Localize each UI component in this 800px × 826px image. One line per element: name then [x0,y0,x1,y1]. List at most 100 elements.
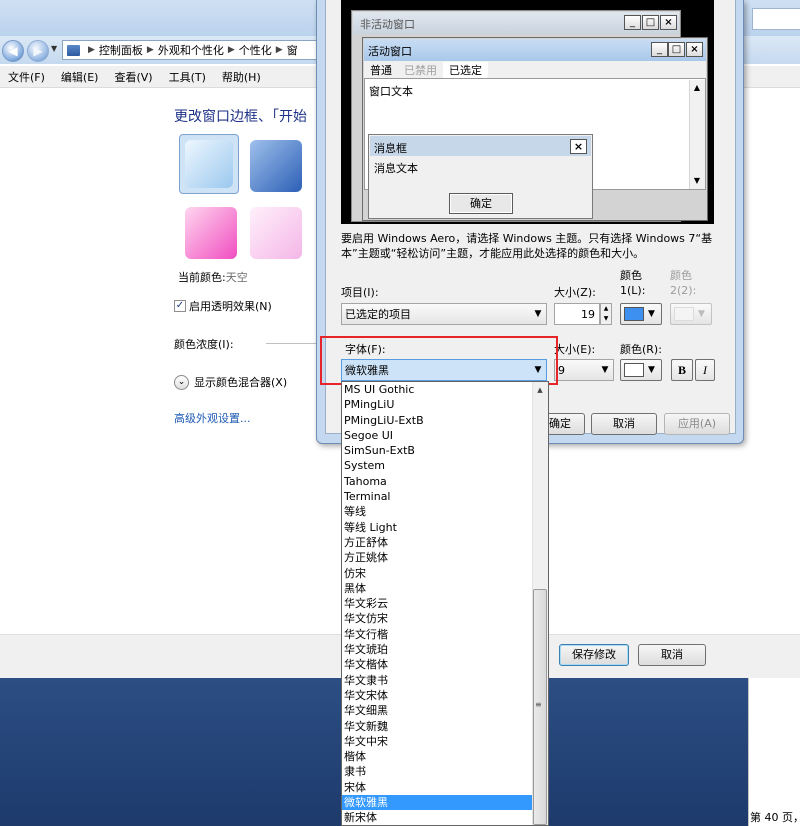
font-list-item[interactable]: PMingLiU-ExtB [342,413,532,428]
color-swatch-pink[interactable] [181,203,241,263]
size-spinner[interactable]: 19 [554,303,600,325]
font-list-item[interactable]: 等线 Light [342,520,532,535]
font-size-label: 大小(E): [554,343,596,356]
font-list-item[interactable]: 微软雅黑 [342,795,532,811]
font-list-item[interactable]: 华文细黑 [342,703,532,718]
font-color-picker[interactable]: ▼ [620,359,662,381]
menu-file[interactable]: 文件(F) [0,69,53,85]
item-dropdown-value: 已选定的项目 [345,308,411,321]
chevron-right-icon: ▶ [227,45,235,55]
checkbox-checked-icon[interactable]: ✓ [174,300,186,312]
preview-menu-normal[interactable]: 普通 [364,62,398,78]
font-size-dropdown[interactable]: 9 ▼ [554,359,614,381]
font-list-item[interactable]: Segoe UI [342,428,532,443]
breadcrumb-appearance[interactable]: 外观和个性化 [158,42,224,58]
color-swatch-light-pink[interactable] [246,203,306,263]
color1-picker[interactable]: ▼ [620,303,662,325]
intensity-slider[interactable] [266,343,320,344]
font-list-item[interactable]: 华文琥珀 [342,642,532,657]
font-list-item[interactable]: Tahoma [342,474,532,489]
font-list-item[interactable]: 华文仿宋 [342,611,532,626]
font-list-item[interactable]: 华文中宋 [342,734,532,749]
maximize-icon[interactable]: □ [642,15,659,30]
search-box[interactable] [752,8,800,30]
preview-ok-button[interactable]: 确定 [449,193,513,214]
preview-menu-bar[interactable]: 普通 已禁用 已选定 [364,61,706,78]
scroll-up-icon[interactable]: ▲ [533,383,547,397]
advanced-appearance-link[interactable]: 高级外观设置... [174,410,251,426]
minimize-icon[interactable]: _ [651,42,668,57]
font-list-item[interactable]: 华文行楷 [342,627,532,642]
back-button[interactable]: ◀ [2,40,24,62]
intensity-label: 颜色浓度(I): [174,338,234,351]
font-list-item[interactable]: 黑体 [342,581,532,596]
italic-button[interactable]: I [695,359,715,381]
cancel-button[interactable]: 取消 [638,644,706,666]
dialog-apply-button[interactable]: 应用(A) [664,413,730,435]
font-list-item[interactable]: Terminal [342,489,532,504]
font-list-item[interactable]: 华文隶书 [342,673,532,688]
menu-view[interactable]: 查看(V) [106,69,160,85]
chevron-right-icon: ▶ [88,45,95,55]
bold-button[interactable]: B [671,359,693,381]
minimize-icon[interactable]: _ [624,15,641,30]
transparency-checkbox[interactable]: ✓ 启用透明效果(N) [174,298,272,314]
preview-menu-disabled[interactable]: 已禁用 [398,62,443,78]
size-value: 19 [581,307,595,321]
current-color-value: 天空 [225,271,248,284]
maximize-icon[interactable]: □ [668,42,685,57]
window-text: 窗口文本 [369,85,413,98]
scroll-down-icon[interactable]: ▼ [689,173,705,189]
spinner-arrows-icon[interactable]: ▲ ▼ [600,303,612,325]
font-list-item[interactable]: SimSun-ExtB [342,443,532,458]
font-list-item[interactable]: MS UI Gothic [342,382,532,397]
color-swatch-sky[interactable] [179,134,239,194]
save-changes-button[interactable]: 保存修改 [559,644,629,666]
dropdown-arrow-icon[interactable]: ▼ [648,309,655,319]
close-icon[interactable]: × [660,15,677,30]
recent-pages-dropdown-icon[interactable]: ▼ [51,44,57,53]
breadcrumb-window-color[interactable]: 窗 [287,42,298,58]
message-box-title: 消息框 [374,142,407,155]
font-list-item[interactable]: 新宋体 [342,810,532,825]
font-list-item[interactable]: 宋体 [342,780,532,795]
font-list-item[interactable]: System [342,458,532,473]
font-list-item[interactable]: 方正姚体 [342,550,532,565]
close-icon[interactable]: × [686,42,703,57]
menu-help[interactable]: 帮助(H) [214,69,269,85]
font-list-item[interactable]: 仿宋 [342,566,532,581]
font-list-item[interactable]: 等线 [342,504,532,519]
color2-picker[interactable]: ▼ [670,303,712,325]
font-list-item[interactable]: PMingLiU [342,397,532,412]
page-status: 第 40 页， [750,811,800,824]
dropdown-arrow-icon[interactable]: ▼ [648,365,655,375]
scroll-up-icon[interactable]: ▲ [689,80,705,96]
close-icon[interactable]: × [570,139,587,154]
font-list-item[interactable]: 华文宋体 [342,688,532,703]
font-list-item[interactable]: 隶书 [342,764,532,779]
color2-label-line2: 2(2): [670,284,697,297]
current-color-label: 当前颜色: [178,271,226,284]
dropdown-arrow-icon[interactable]: ▼ [698,309,705,319]
item-dropdown[interactable]: 已选定的项目 ▼ [341,303,547,325]
dropdown-arrow-icon[interactable]: ▼ [597,365,613,375]
preview-menu-selected[interactable]: 已选定 [443,61,488,78]
font-list-item[interactable]: 华文新魏 [342,719,532,734]
breadcrumb-personalization[interactable]: 个性化 [239,42,272,58]
forward-button[interactable]: ▶ [27,40,49,62]
menu-edit[interactable]: 编辑(E) [53,69,107,85]
breadcrumb-control-panel[interactable]: 控制面板 [99,42,143,58]
dropdown-arrow-icon[interactable]: ▼ [530,309,546,319]
font-list-item[interactable]: 楷体 [342,749,532,764]
font-list-item[interactable]: 华文楷体 [342,657,532,672]
font-list-item[interactable]: 方正舒体 [342,535,532,550]
color-swatch-blue[interactable] [246,136,306,196]
font-list-item[interactable]: 华文彩云 [342,596,532,611]
address-bar[interactable]: ▶ 控制面板 ▶ 外观和个性化 ▶ 个性化 ▶ 窗 [62,40,324,60]
color2-label-line1: 颜色 [670,269,692,282]
current-color: 当前颜色:天空 [178,269,248,285]
menu-tools[interactable]: 工具(T) [161,69,214,85]
dialog-cancel-button[interactable]: 取消 [591,413,657,435]
color-mixer-toggle[interactable]: ⌄ 显示颜色混合器(X) [174,374,287,390]
chevron-down-icon[interactable]: ⌄ [174,374,189,390]
